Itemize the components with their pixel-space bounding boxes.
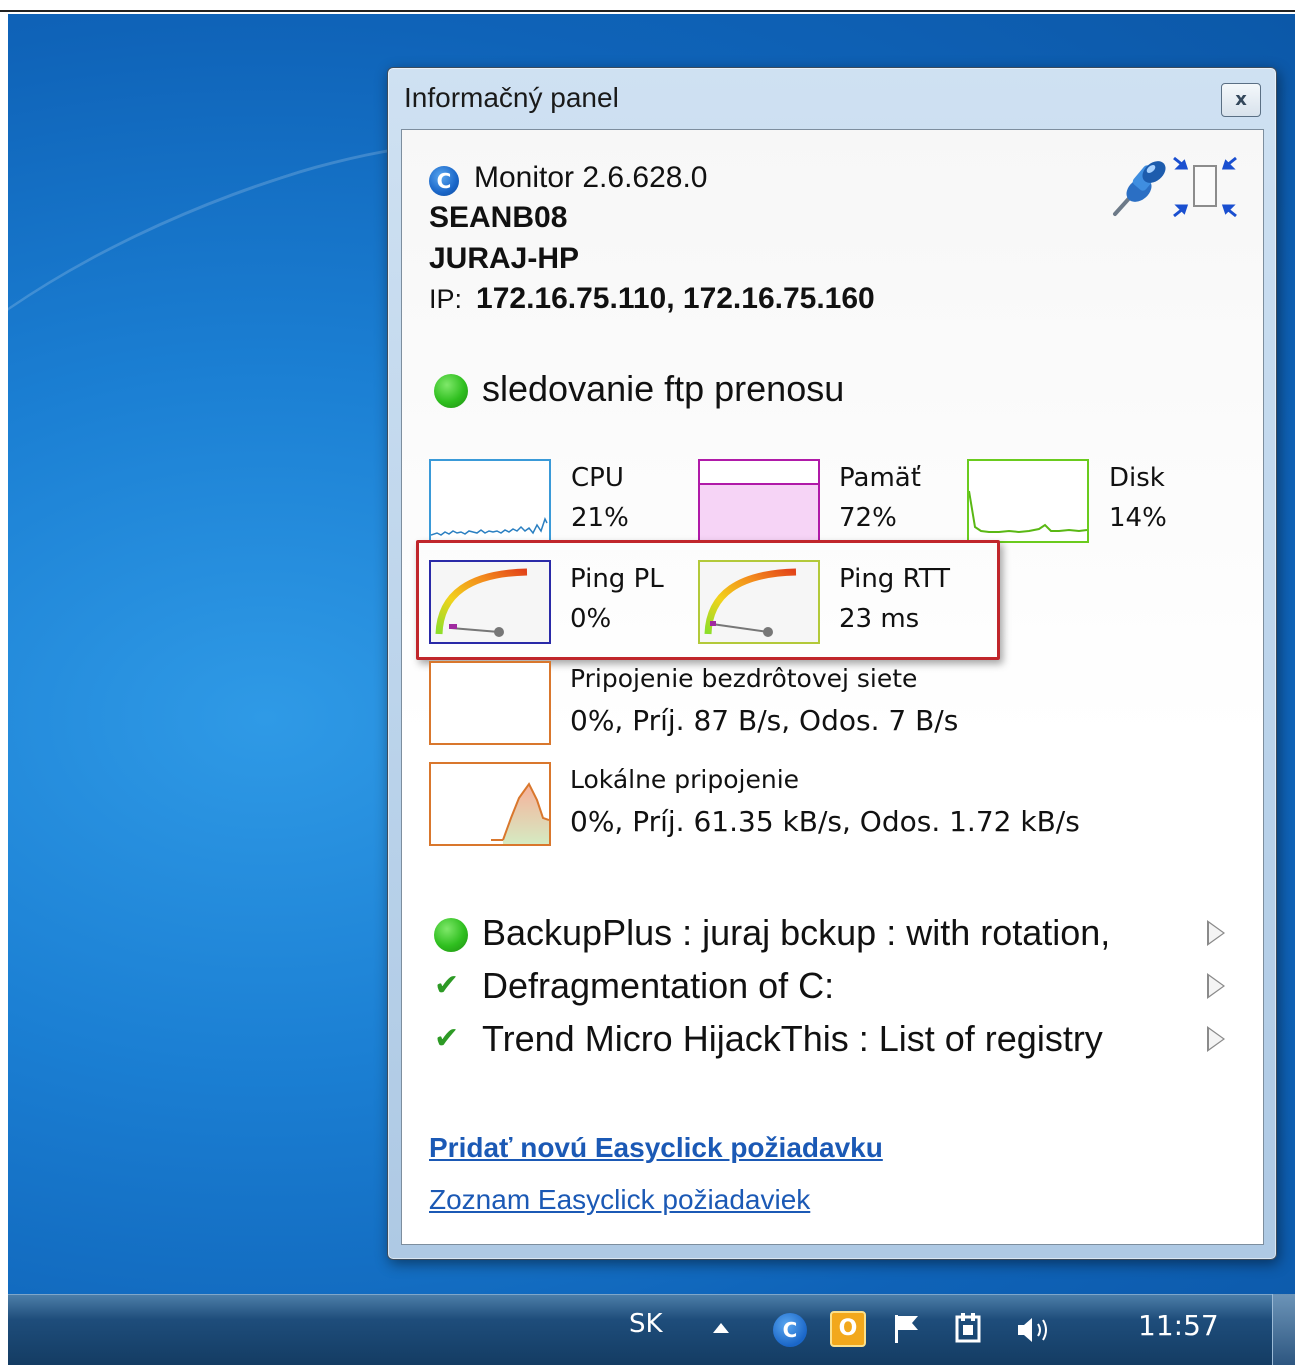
- cpu-graph[interactable]: [429, 459, 551, 543]
- add-request-link[interactable]: Pridať novú Easyclick požiadavku: [429, 1132, 883, 1164]
- action-center-flag-icon[interactable]: [892, 1313, 922, 1345]
- running-status-icon: [434, 918, 468, 952]
- memory-graph[interactable]: [698, 459, 820, 543]
- monitoring-status-text: sledovanie ftp prenosu: [482, 368, 845, 409]
- pin-icon[interactable]: [1107, 156, 1171, 220]
- host-name-1: SEANB08: [429, 201, 568, 234]
- power-icon[interactable]: [953, 1311, 987, 1347]
- volume-icon[interactable]: [1014, 1313, 1054, 1347]
- wifi-graph[interactable]: [429, 661, 551, 745]
- ip-label: IP:: [429, 284, 463, 314]
- app-version-label: Monitor 2.6.628.0: [474, 161, 708, 194]
- monitor-app-icon: C: [429, 166, 459, 196]
- compact-view-icon[interactable]: [1170, 154, 1240, 220]
- taskbar: SK C O 11:57: [8, 1294, 1295, 1365]
- expand-arrow-icon[interactable]: [1207, 973, 1225, 999]
- disk-label: Disk: [1109, 463, 1165, 493]
- clock[interactable]: 11:57: [1138, 1309, 1219, 1342]
- memory-value: 72%: [839, 503, 897, 533]
- request-list-link[interactable]: Zoznam Easyclick požiadaviek: [429, 1184, 810, 1216]
- lan-value: 0%, Príj. 61.35 kB/s, Odos. 1.72 kB/s: [570, 805, 1080, 838]
- disk-value: 14%: [1109, 503, 1167, 533]
- show-hidden-icons-icon[interactable]: [713, 1323, 729, 1333]
- monitor-tray-icon[interactable]: C: [773, 1313, 807, 1347]
- wifi-label: Pripojenie bezdrôtovej siete: [570, 664, 918, 693]
- top-border: [0, 0, 1295, 12]
- lan-label: Lokálne pripojenie: [570, 765, 800, 794]
- task-text: Defragmentation of C:: [482, 965, 835, 1006]
- task-row[interactable]: ✔ Defragmentation of C:: [434, 965, 1244, 1015]
- memory-label: Pamäť: [839, 463, 921, 493]
- info-panel-window: Informačný panel x C Monitor 2.6.628.0 S…: [387, 67, 1277, 1260]
- left-border: [0, 14, 8, 1365]
- status-ok-icon: [434, 374, 468, 408]
- show-desktop-button[interactable]: [1272, 1294, 1295, 1365]
- window-title: Informačný panel: [404, 82, 619, 113]
- ping-highlight-box: [416, 540, 1000, 660]
- outlook-tray-icon[interactable]: O: [830, 1311, 866, 1347]
- language-indicator[interactable]: SK: [629, 1309, 663, 1339]
- cpu-value: 21%: [571, 503, 629, 533]
- panel-content: C Monitor 2.6.628.0 SEANB08 JURAJ-HP IP:…: [401, 129, 1264, 1245]
- expand-arrow-icon[interactable]: [1207, 920, 1225, 946]
- ip-address-row: IP: 172.16.75.110, 172.16.75.160: [429, 282, 875, 316]
- disk-graph[interactable]: [967, 459, 1089, 543]
- close-button[interactable]: x: [1221, 83, 1261, 117]
- task-row[interactable]: BackupPlus : juraj bckup : with rotation…: [434, 912, 1244, 962]
- checkmark-icon: ✔: [434, 968, 460, 1003]
- wifi-value: 0%, Príj. 87 B/s, Odos. 7 B/s: [570, 704, 959, 737]
- ip-value: 172.16.75.110, 172.16.75.160: [476, 282, 875, 315]
- lan-graph[interactable]: [429, 762, 551, 846]
- task-row[interactable]: ✔ Trend Micro HijackThis : List of regis…: [434, 1018, 1244, 1068]
- host-name-2: JURAJ-HP: [429, 242, 580, 275]
- task-text: BackupPlus : juraj bckup : with rotation…: [482, 912, 1111, 953]
- cpu-label: CPU: [571, 463, 624, 493]
- expand-arrow-icon[interactable]: [1207, 1026, 1225, 1052]
- checkmark-icon: ✔: [434, 1021, 460, 1056]
- task-text: Trend Micro HijackThis : List of registr…: [482, 1018, 1103, 1059]
